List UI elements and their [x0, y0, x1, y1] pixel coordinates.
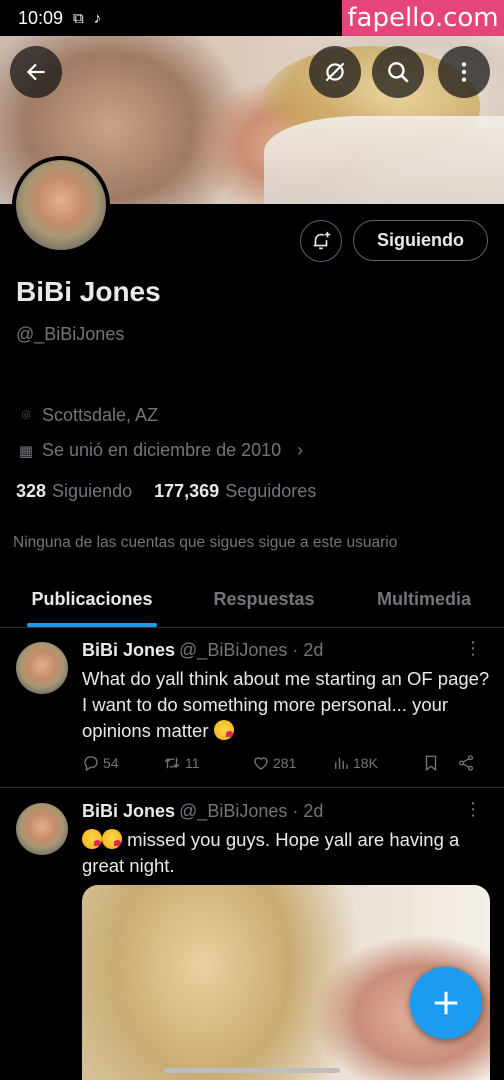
repost-count: 11 — [185, 755, 200, 771]
status-time: 10:09 — [18, 7, 64, 28]
following-label: Siguiendo — [52, 481, 133, 501]
reply-button[interactable]: 54 — [82, 754, 162, 772]
share-icon — [458, 755, 474, 771]
profile-avatar[interactable] — [12, 156, 110, 254]
post-meta: @_BiBiJones · 2d — [179, 640, 324, 660]
search-button[interactable] — [372, 46, 424, 98]
post-more-icon[interactable]: ⋮ — [464, 638, 482, 659]
following-button[interactable]: Siguiendo — [353, 220, 488, 261]
banner-pillow — [264, 116, 504, 204]
post-text: missed you guys. Hope yall are having a … — [82, 829, 460, 876]
tab-replies[interactable]: Respuestas — [184, 572, 344, 627]
heart-icon — [254, 757, 268, 770]
tiktok-icon: ♪ — [93, 9, 102, 27]
kiss-emoji-icon — [102, 829, 122, 849]
location-text: Scottsdale, AZ — [42, 405, 159, 425]
tab-posts[interactable]: Publicaciones — [0, 572, 184, 627]
share-button[interactable] — [457, 754, 475, 772]
location-pin-icon: ⌾ — [21, 407, 31, 424]
repost-button[interactable]: 11 — [162, 754, 252, 772]
post-text: What do yall think about me starting an … — [82, 668, 490, 741]
home-indicator[interactable] — [164, 1068, 340, 1073]
arrow-left-icon — [26, 63, 45, 81]
profile-handle: @_BiBiJones — [16, 324, 125, 344]
kiss-emoji-icon — [82, 829, 102, 849]
screenshot-icon: ⧉ — [73, 9, 84, 27]
post-author-name[interactable]: BiBi Jones — [82, 801, 175, 821]
joined-row[interactable]: ▦ Se unió en diciembre de 2010 › — [18, 440, 303, 461]
like-count: 281 — [273, 755, 297, 771]
search-icon — [388, 62, 409, 83]
post-header: BiBi Jones @_BiBiJones · 2d — [82, 801, 323, 822]
watermark: fapello.com — [342, 0, 504, 36]
location-row: ⌾ Scottsdale, AZ — [18, 405, 158, 426]
post-meta: @_BiBiJones · 2d — [179, 801, 324, 821]
profile-tabs: Publicaciones Respuestas Multimedia — [0, 572, 504, 628]
reply-icon — [84, 756, 98, 771]
notifications-button[interactable] — [300, 220, 342, 262]
post-actions: 54 11 281 18K — [82, 754, 482, 772]
plus-icon — [434, 991, 458, 1015]
post-text-wrap: What do yall think about me starting an … — [82, 666, 492, 744]
post-avatar[interactable] — [16, 642, 68, 694]
bookmark-button[interactable] — [422, 754, 457, 772]
view-count: 18K — [353, 755, 378, 771]
repost-icon — [164, 757, 180, 769]
more-vertical-icon — [461, 62, 467, 82]
followers-link[interactable]: 177,369 Seguidores — [154, 481, 316, 502]
joined-text: Se unió en diciembre de 2010 — [42, 440, 282, 460]
like-button[interactable]: 281 — [252, 754, 332, 772]
post-avatar[interactable] — [16, 803, 68, 855]
bookmark-icon — [425, 755, 437, 772]
post[interactable]: BiBi Jones @_BiBiJones · 2d ⋮ missed you … — [0, 789, 504, 1080]
followers-label: Seguidores — [225, 481, 317, 501]
tab-media[interactable]: Multimedia — [344, 572, 504, 627]
more-button[interactable] — [438, 46, 490, 98]
post-text-wrap: missed you guys. Hope yall are having a … — [82, 827, 492, 879]
followers-count: 177,369 — [154, 481, 220, 501]
post-header: BiBi Jones @_BiBiJones · 2d — [82, 640, 323, 661]
sync-button[interactable] — [309, 46, 361, 98]
sync-off-icon — [325, 62, 345, 82]
followers-you-know-note: Ninguna de las cuentas que sigues sigue … — [13, 534, 398, 551]
post-author-name[interactable]: BiBi Jones — [82, 640, 175, 660]
calendar-icon: ▦ — [18, 442, 34, 460]
post-more-icon[interactable]: ⋮ — [464, 799, 482, 820]
chevron-right-icon: › — [297, 440, 304, 460]
reply-count: 54 — [103, 755, 119, 771]
kiss-emoji-icon — [213, 720, 234, 740]
following-count: 328 — [16, 481, 47, 501]
follow-counts: 328 Siguiendo 177,369 Seguidores — [16, 481, 316, 502]
views-button[interactable]: 18K — [332, 754, 422, 772]
bell-plus-icon — [313, 231, 331, 250]
post[interactable]: BiBi Jones @_BiBiJones · 2d ⋮ What do yal… — [0, 628, 504, 788]
compose-button[interactable] — [410, 967, 482, 1039]
analytics-icon — [335, 757, 348, 769]
display-name: BiBi Jones — [16, 276, 161, 307]
following-link[interactable]: 328 Siguiendo — [16, 481, 132, 502]
back-button[interactable] — [10, 46, 62, 98]
